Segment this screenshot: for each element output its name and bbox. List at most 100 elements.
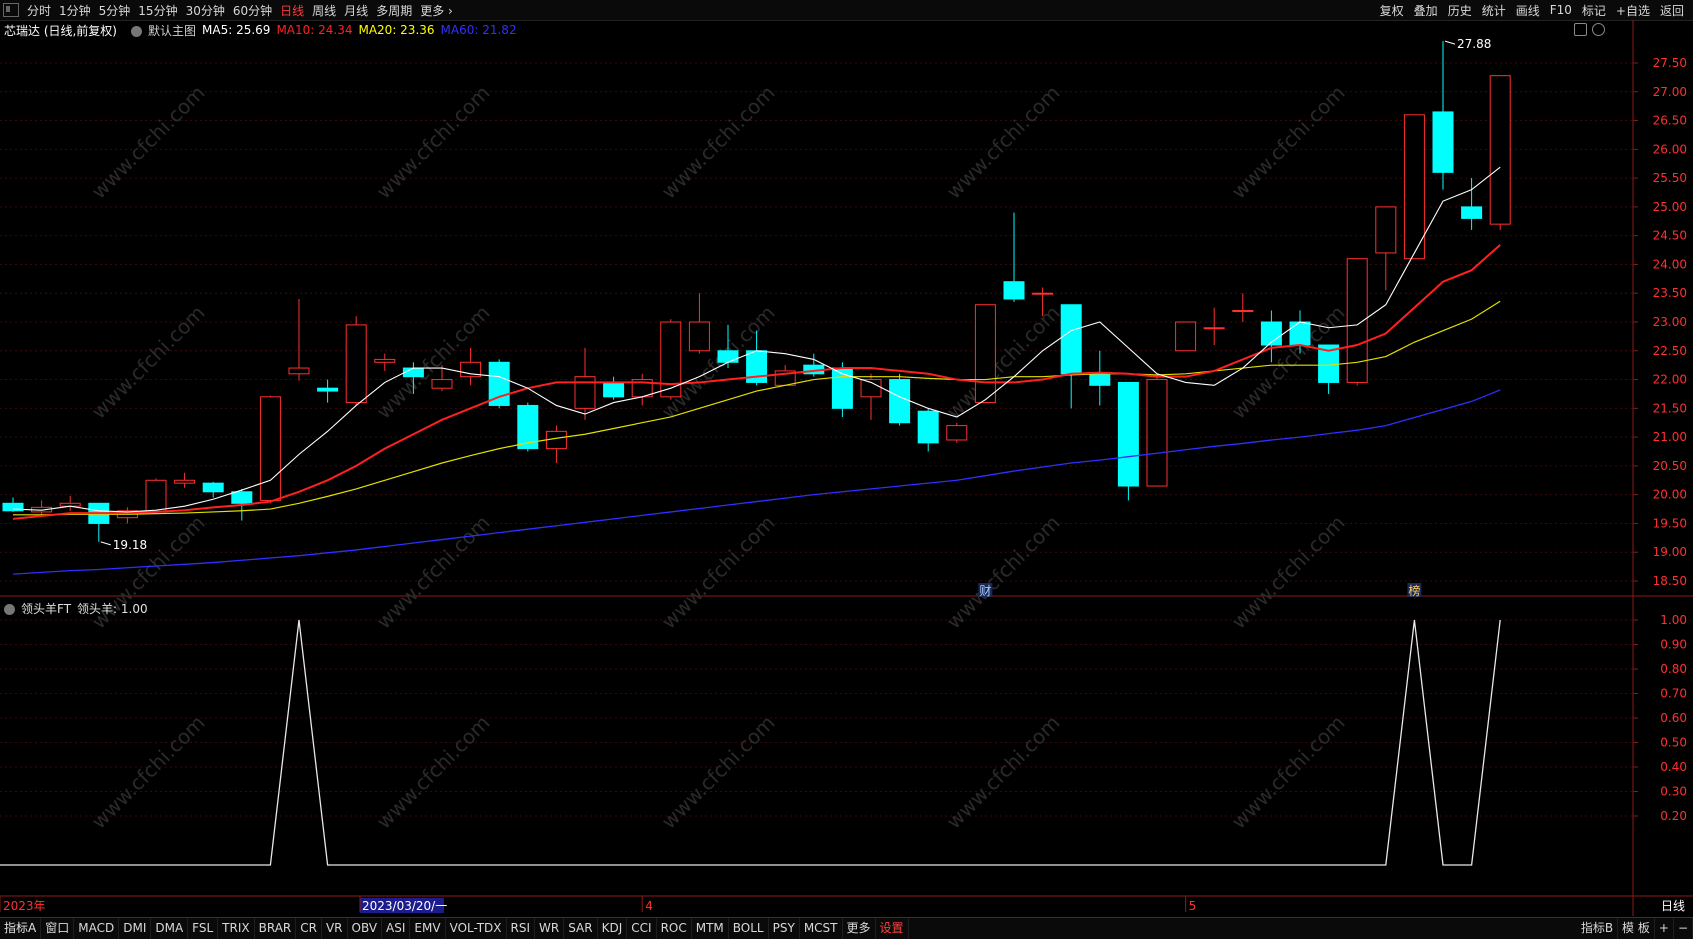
period-tab-15min[interactable]: 15分钟 <box>134 2 181 19</box>
indicator-tab-13[interactable]: RSI <box>507 918 536 939</box>
sub-y-tick-label-4: 0.60 <box>1660 711 1687 725</box>
candle-body-37 <box>1060 304 1082 375</box>
watermark-text-14: www.cfchi.com <box>1227 511 1350 634</box>
candle-body-11 <box>317 387 339 392</box>
main-y-tick-label-7: 24.00 <box>1653 257 1687 271</box>
indicator-tab-8[interactable]: VR <box>322 918 348 939</box>
main-y-tick-label-4: 25.50 <box>1653 171 1687 185</box>
stats-button[interactable]: 统计 <box>1477 2 1511 19</box>
indicator-tab-18[interactable]: ROC <box>657 918 692 939</box>
period-tab-more[interactable]: 更多 › <box>416 2 457 19</box>
ma10-value: MA10: 24.34 <box>276 23 353 37</box>
indicator-tab-1[interactable]: MACD <box>74 918 120 939</box>
candle-body-39 <box>1117 381 1139 487</box>
indicator-tab-9[interactable]: OBV <box>348 918 383 939</box>
draw-button[interactable]: 画线 <box>1511 2 1545 19</box>
candle-body-7 <box>202 482 224 493</box>
candle-body-24 <box>688 321 710 352</box>
indicator-tab-15[interactable]: SAR <box>564 918 598 939</box>
watermark-text-2: www.cfchi.com <box>657 81 780 204</box>
main-chart-settings-icon[interactable] <box>131 25 142 37</box>
period-tab-multi[interactable]: 多周期 <box>372 2 416 19</box>
candle-body-6 <box>174 479 196 484</box>
candle-body-36 <box>1032 292 1054 295</box>
watermark-text-15: www.cfchi.com <box>87 711 210 834</box>
history-button[interactable]: 历史 <box>1443 2 1477 19</box>
indicator-tab-22[interactable]: MCST <box>800 918 843 939</box>
period-tab-60min[interactable]: 60分钟 <box>229 2 276 19</box>
indicator-right-tab-1[interactable]: 模 板 <box>1618 918 1655 939</box>
period-tab-5min[interactable]: 5分钟 <box>95 2 135 19</box>
panel-settings-icon[interactable] <box>1592 23 1605 36</box>
watermark-text-12: www.cfchi.com <box>657 511 780 634</box>
indicator-tab-23[interactable]: 更多 <box>843 918 876 939</box>
indicator-right-tab-2[interactable]: + <box>1655 918 1674 939</box>
candle-body-43 <box>1232 309 1254 312</box>
restore-panel-icon[interactable] <box>1574 23 1587 36</box>
stock-name[interactable]: 芯瑞达 (日线,前复权) <box>4 22 117 39</box>
period-tab-30min[interactable]: 30分钟 <box>182 2 229 19</box>
sub-indicator-info: 领头羊FT 领头羊: 1.00 <box>0 598 600 618</box>
period-tab-daily[interactable]: 日线 <box>276 2 308 19</box>
indicator-tab-5[interactable]: TRIX <box>218 918 255 939</box>
indicator-tab-12[interactable]: VOL-TDX <box>446 918 507 939</box>
main-y-tick-label-3: 26.00 <box>1653 142 1687 156</box>
indicator-tab-10[interactable]: ASI <box>382 918 411 939</box>
candle-body-35 <box>1003 281 1025 300</box>
indicator-tab-6[interactable]: BRAR <box>255 918 297 939</box>
indicator-tab-list: 窗口 MACD DMI DMA FSL TRIX BRAR CR VR OBV ASI EMV VOL-… <box>41 918 909 939</box>
sub-y-tick-label-5: 0.50 <box>1660 736 1687 750</box>
candle-body-38 <box>1089 373 1111 386</box>
indicator-tab-3[interactable]: DMA <box>151 918 189 939</box>
main-chart-label[interactable]: 默认主图 <box>148 22 196 39</box>
main-y-tick-label-2: 26.50 <box>1653 114 1687 128</box>
mark-button[interactable]: 标记 <box>1577 2 1611 19</box>
candle-body-13 <box>374 358 396 363</box>
back-button[interactable]: 返回 <box>1655 2 1689 19</box>
candle-body-51 <box>1461 206 1483 219</box>
candle-body-5 <box>145 479 167 513</box>
price-annotation-arrow-0 <box>1444 40 1456 45</box>
indicator-tab-21[interactable]: PSY <box>769 918 800 939</box>
sub-y-tick-label-3: 0.70 <box>1660 687 1687 701</box>
main-y-tick-label-12: 21.50 <box>1653 401 1687 415</box>
indicator-right-tab-3[interactable]: − <box>1674 918 1693 939</box>
period-tab-monthly[interactable]: 月线 <box>340 2 372 19</box>
x-axis-label-1: 2023/03/20/一 <box>362 899 447 913</box>
indicator-tab-2[interactable]: DMI <box>119 918 152 939</box>
candle-body-42 <box>1203 327 1225 330</box>
indicator-tab-4[interactable]: FSL <box>188 918 219 939</box>
indicator-tab-0[interactable]: 窗口 <box>41 918 75 939</box>
indicator-a-tab[interactable]: 指标A <box>0 918 42 939</box>
candle-body-31 <box>889 379 911 424</box>
indicator-tab-14[interactable]: WR <box>535 918 565 939</box>
indicator-tab-20[interactable]: BOLL <box>729 918 769 939</box>
sub-chart-settings-icon[interactable] <box>4 603 15 615</box>
window-menu-icon[interactable] <box>3 3 19 17</box>
sub-y-tick-label-1: 0.90 <box>1660 638 1687 652</box>
indicator-tab-17[interactable]: CCI <box>627 918 657 939</box>
overlay-button[interactable]: 叠加 <box>1409 2 1443 19</box>
period-tab-fenshi[interactable]: 分时 <box>23 2 55 19</box>
add-watchlist-button[interactable]: +自选 <box>1611 2 1655 19</box>
period-label: 日线 <box>1661 899 1685 913</box>
main-y-tick-label-14: 20.50 <box>1653 459 1687 473</box>
main-y-tick-label-0: 27.50 <box>1653 56 1687 70</box>
main-y-tick-label-6: 24.50 <box>1653 229 1687 243</box>
chart-area[interactable]: 27.50 27.00 26.50 26.00 25.50 25.00 24.50 24.00… <box>0 20 1693 917</box>
watermark-text-8: www.cfchi.com <box>942 301 1065 424</box>
indicator-right-tab-0[interactable]: 指标B <box>1577 918 1619 939</box>
period-tabs: 分时 1分钟 5分钟 15分钟 30分钟 60分钟 日线 周线 月线 多周期 更… <box>23 2 457 19</box>
f10-button[interactable]: F10 <box>1545 3 1577 17</box>
indicator-tab-24[interactable]: 设置 <box>876 918 909 939</box>
indicator-tab-7[interactable]: CR <box>296 918 322 939</box>
sub-indicator-name[interactable]: 领头羊FT <box>21 600 71 617</box>
candle-body-15 <box>431 379 453 389</box>
indicator-tab-11[interactable]: EMV <box>410 918 446 939</box>
adjust-button[interactable]: 复权 <box>1375 2 1409 19</box>
period-tab-weekly[interactable]: 周线 <box>308 2 340 19</box>
indicator-tab-19[interactable]: MTM <box>692 918 729 939</box>
period-tab-1min[interactable]: 1分钟 <box>55 2 95 19</box>
indicator-tab-16[interactable]: KDJ <box>598 918 628 939</box>
main-y-tick-label-11: 22.00 <box>1653 373 1687 387</box>
